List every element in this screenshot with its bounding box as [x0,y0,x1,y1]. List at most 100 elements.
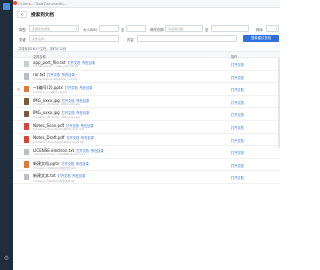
open-document-button[interactable]: 打开文档 [231,112,244,117]
settings-gear-icon[interactable]: ⚙ [3,255,10,262]
open-document-button[interactable]: 打开文档 [231,87,244,92]
file-path: C:\Users\...\~$编号(2).pptx [33,91,68,95]
file-name: IMG_xxxx.jpg [33,97,60,103]
top-bar-path: C:\Users\...\Tools\Documents\... [17,2,67,6]
doc-icon [24,60,29,67]
file-name: LICENSE.electron.txt [33,147,75,153]
file-name: 新建文本.txt [33,173,56,179]
date-start-input[interactable]: 请选择日期 [165,25,203,32]
open-file-link[interactable]: 打开文档 [62,99,75,103]
open-file-link[interactable]: 打开文档 [76,149,89,153]
table-row[interactable]: IMG_xxxx.jpg 打开文档 所在目录 C:\Users\...\Picture… [13,108,280,121]
open-folder-link[interactable]: 所在目录 [76,162,89,166]
open-file-link[interactable]: 打开文档 [47,73,60,77]
open-file-link[interactable]: 打开文档 [65,86,78,90]
keyword-label: 关键 [19,37,26,42]
filter-panel: 类型 全部文件类型 ▾ 大小(KB) 至 修改日期 请选择日期 至 排序 ▾ 关键… [13,24,280,44]
pptx-icon [24,161,29,168]
top-bar: C:\Users\...\Tools\Documents\... [13,0,280,8]
file-name: Notes_Draft.pdf [33,135,65,141]
sort-label: 排序 [256,27,263,32]
open-document-button[interactable]: 打开文档 [231,163,244,168]
open-folder-link[interactable]: 所在目录 [62,73,75,77]
table-row[interactable]: Notes_Draft.pdf 打开文档 所在目录 C:\Users\...\Docu… [13,134,280,147]
file-path: C:\Users\...\Desktop\新建文本.txt [33,179,75,183]
file-path: C:\Users\Admin\AppData\...\rar.txt [33,77,78,81]
size-max-input[interactable] [126,25,146,32]
warning-mark-icon: ✎ [17,87,21,93]
content-input[interactable] [137,35,237,42]
open-folder-link[interactable]: 所在目录 [81,124,94,128]
table-row[interactable]: ✎ ~$编号(2).pptx 打开文档 所在目录 C:\Users\...\~$编号(2… [13,83,280,96]
type-label: 类型 [19,27,26,32]
open-document-button[interactable]: 打开文档 [231,175,244,180]
chevron-down-icon: ▾ [75,27,77,31]
page-header: < 搜索到文档 [13,8,280,21]
open-folder-link[interactable]: 所在目录 [91,149,104,153]
table-row[interactable]: LICENSE.electron.txt 打开文档 所在目录 C:\Program F… [13,146,280,159]
open-folder-link[interactable]: 所在目录 [76,99,89,103]
table-row[interactable]: rar.txt 打开文档 所在目录 C:\Users\Admin\AppData\..… [13,71,280,84]
open-document-button[interactable]: 打开文档 [231,62,244,67]
date-to-label: 至 [205,27,209,32]
file-name: rar.txt [33,72,46,78]
file-path: C:\Users\Admin\...\app_port_file.txt [33,65,79,69]
open-document-button[interactable]: 打开文档 [231,138,244,143]
open-document-button[interactable]: 打开文档 [231,100,244,105]
open-file-link[interactable]: 打开文档 [66,124,79,128]
text-file-icon [24,148,29,156]
app-logo [3,3,10,10]
pdf-icon [24,136,29,143]
table-row[interactable]: 新建文本.txt 打开文档 所在目录 C:\Users\...\Desktop\新建文… [13,171,280,184]
sort-select[interactable]: ▾ [266,25,279,32]
file-name: 新建文档.pptx [33,160,60,166]
table-row[interactable]: IMG_xxxx.jpg 打开文档 所在目录 C:\Users\...\Picture… [13,96,280,109]
pdf-icon [24,123,29,130]
type-select[interactable]: 全部文件类型 ▾ [29,25,79,32]
file-name: IMG_xxxx.jpg [33,110,60,116]
table-header: 文档名称 操作 [13,51,280,59]
open-document-button[interactable]: 打开文档 [231,150,244,155]
file-path: C:\Users\...\Pictures\...\IMG_xxxx.jpg [33,115,80,119]
file-path: C:\Users\...\Documents\Notes_Draft.pdf [33,140,85,144]
keyword-input[interactable]: 完整名称... [29,35,119,42]
date-end-input[interactable] [211,25,249,32]
app-sidebar: ⚙ [0,0,13,270]
file-path: C:\Users\...\Desktop\新建文档.pptx [33,166,77,170]
scrollbar[interactable] [278,58,280,148]
chevron-down-icon: ▾ [275,27,277,31]
date-label: 修改日期 [150,27,164,32]
image-icon [24,110,29,118]
file-path: C:\Users\...\Pictures\...\IMG_xxxx.jpg [33,102,80,106]
text-file-icon [24,173,29,181]
file-name: ~$编号(2).pptx [33,84,63,90]
table-row[interactable]: app_port_file.txt 打开文档 所在目录 C:\Users\Admin\… [13,58,280,71]
open-file-link[interactable]: 打开文档 [62,111,75,115]
file-path: C:\Users\...\Documents\Notes_Scan.pdf [33,128,84,132]
open-file-link[interactable]: 打开文档 [61,162,74,166]
file-name: app_port_file.txt [33,59,66,65]
content-label: 内容 [127,37,134,42]
filter-row-2: 关键 完整名称... 内容 搜索建议查找 [13,35,280,43]
pptx-icon [24,85,29,93]
search-button[interactable]: 搜索建议查找 [243,35,279,42]
open-folder-link[interactable]: 所在目录 [80,86,93,90]
table-row[interactable]: 新建文档.pptx 打开文档 所在目录 C:\Users\...\Desktop\新建… [13,159,280,172]
page-title: 搜索到文档 [31,13,54,18]
table-row[interactable]: Notes_Scan.pdf 打开文档 所在目录 C:\Users\...\Docum… [13,121,280,134]
image-icon [24,98,29,105]
open-document-button[interactable]: 打开文档 [231,125,244,130]
text-file-icon [24,73,29,80]
open-file-link[interactable]: 打开文档 [66,136,79,140]
open-folder-link[interactable]: 所在目录 [82,61,95,65]
size-min-input[interactable] [99,25,119,32]
size-to-label: 至 [121,27,125,32]
open-file-link[interactable]: 打开文档 [68,61,81,65]
open-folder-link[interactable]: 所在目录 [73,174,86,178]
file-name: Notes_Scan.pdf [33,122,65,128]
open-folder-link[interactable]: 所在目录 [76,111,89,115]
open-document-button[interactable]: 打开文档 [231,75,244,80]
open-file-link[interactable]: 打开文档 [58,174,71,178]
back-button[interactable]: < [17,11,27,18]
open-folder-link[interactable]: 所在目录 [81,136,94,140]
